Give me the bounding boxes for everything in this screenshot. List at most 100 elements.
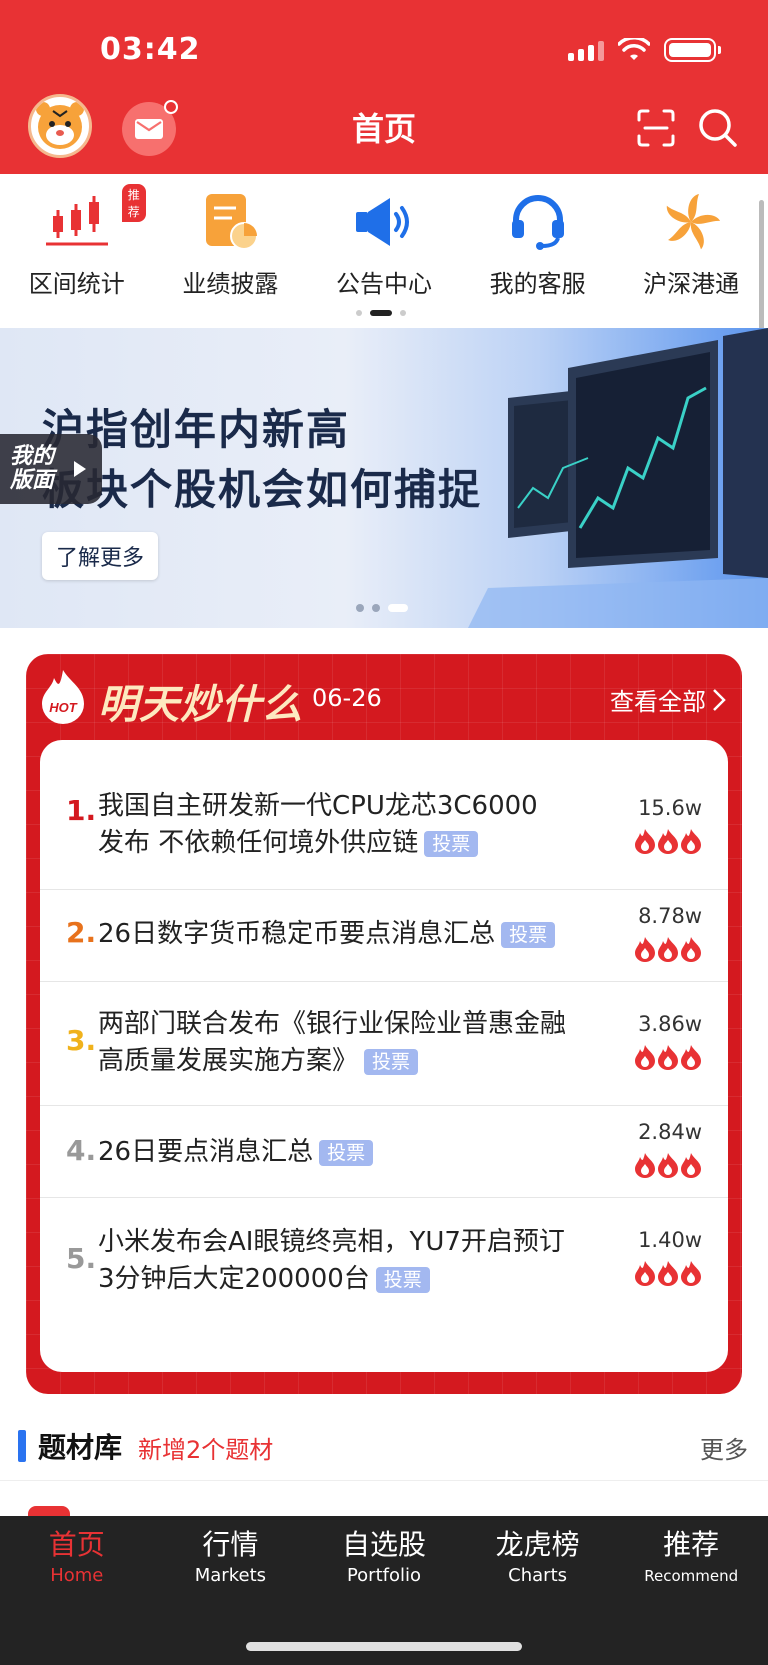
topic-more-link[interactable]: 更多 [700, 1430, 748, 1465]
cellular-signal-icon [568, 39, 604, 61]
quick-menu: 推荐 区间统计 业绩披露 公告中心 我的客服 沪深港通 [0, 184, 768, 300]
quick-menu-pager [356, 310, 406, 316]
vote-tag[interactable]: 投票 [424, 830, 479, 857]
scrollbar[interactable] [759, 200, 764, 330]
nav-tab-portfolio[interactable]: 自选股 Portfolio [307, 1526, 461, 1588]
hot-count: 3.86w [638, 1012, 702, 1036]
vote-tag[interactable]: 投票 [319, 1139, 374, 1166]
learn-more-button[interactable]: 了解更多 [42, 532, 159, 580]
vote-tag[interactable]: 投票 [364, 1048, 419, 1075]
hot-list-item[interactable]: 2. 26日数字货币稳定币要点消息汇总 投票 8.78w [40, 890, 728, 982]
hot-headline-line1: 26日数字货币稳定币要点消息汇总 [98, 919, 496, 949]
hot-headline: 两部门联合发布《银行业保险业普惠金融 高质量发展实施方案》 投票 [98, 1006, 618, 1080]
hot-count: 8.78w [638, 904, 702, 928]
quick-item-label: 公告中心 [335, 270, 432, 298]
nav-tab-sublabel: Portfolio [346, 1565, 422, 1586]
pager-dot [356, 604, 364, 612]
fire-rating-icon [634, 1152, 702, 1178]
nav-tab-label: 龙虎榜 [495, 1528, 580, 1561]
quick-item-label: 区间统计 [28, 270, 125, 298]
hot-headline: 26日数字货币稳定币要点消息汇总 投票 [98, 916, 618, 953]
nav-tab-home[interactable]: 首页 Home [0, 1526, 154, 1588]
hot-rank: 3. [66, 1024, 97, 1057]
promo-banner[interactable]: 沪指创年内新高 板块个股机会如何捕捉 了解更多 [0, 328, 768, 628]
candlestick-icon: 推荐 [42, 184, 146, 254]
quick-item-interval-stats[interactable]: 推荐 区间统计 [0, 184, 154, 300]
hot-date: 06-26 [312, 684, 382, 712]
hot-list-item[interactable]: 4. 26日要点消息汇总 投票 2.84w [40, 1106, 728, 1198]
wifi-icon [618, 38, 650, 60]
vote-tag[interactable]: 投票 [501, 921, 556, 948]
hot-count: 2.84w [638, 1120, 702, 1144]
banner-pager [356, 604, 408, 612]
megaphone-icon [349, 190, 419, 254]
hot-list-item[interactable]: 5. 小米发布会AI眼镜终亮相，YU7开启预订 3分钟后大定200000台 投票 … [40, 1198, 728, 1326]
hot-headline-line1: 我国自主研发新一代CPU龙芯3C6000 [98, 791, 538, 821]
hot-rank: 5. [66, 1242, 97, 1275]
fire-rating-icon [634, 936, 702, 962]
nav-tab-sublabel: Home [50, 1565, 104, 1586]
status-icons [568, 38, 721, 62]
headset-icon [503, 190, 573, 254]
topic-library-title: 题材库 [38, 1431, 123, 1464]
hot-count: 15.6w [638, 796, 702, 820]
hot-topics-card: HOT 明天炒什么 06-26 查看全部 1. 我国自主研发新一代CPU龙芯3C… [26, 654, 742, 1394]
nav-tab-label: 首页 [48, 1528, 105, 1561]
search-icon [699, 109, 737, 147]
play-arrow-icon [74, 461, 86, 477]
pager-dot [356, 310, 362, 316]
scan-icon [637, 109, 675, 147]
banner-headline-2: 板块个股机会如何捕捉 [42, 465, 483, 514]
quick-item-stock-connect[interactable]: 沪深港通 [614, 190, 768, 300]
hot-title: 明天炒什么 [98, 682, 303, 728]
pager-dot-active [370, 310, 392, 316]
report-icon [195, 190, 265, 254]
bauhinia-icon [656, 190, 726, 254]
fire-rating-icon [634, 828, 702, 854]
search-button[interactable] [696, 106, 740, 150]
hot-headline: 我国自主研发新一代CPU龙芯3C6000 发布 不依赖任何境外供应链 投票 [98, 788, 618, 862]
my-layout-tab[interactable]: 我的版面 [0, 434, 102, 504]
vote-tag[interactable]: 投票 [375, 1266, 430, 1293]
nav-tab-sublabel: Recommend [644, 1567, 739, 1585]
hot-headline: 26日要点消息汇总 投票 [98, 1134, 618, 1171]
hot-headline-line1: 两部门联合发布《银行业保险业普惠金融 [98, 1009, 567, 1039]
status-time: 03:42 [100, 32, 201, 67]
nav-tab-sublabel: Markets [194, 1565, 267, 1586]
hot-flame-icon: HOT [40, 668, 86, 724]
scan-button[interactable] [636, 108, 676, 148]
pager-dot-active [388, 604, 408, 612]
hot-badge-text: HOT [49, 700, 78, 715]
bottom-nav: 首页 Home 行情 Markets 自选股 Portfolio 龙虎榜 Cha… [0, 1516, 768, 1665]
section-accent-bar [18, 1430, 26, 1462]
quick-item-label: 沪深港通 [643, 270, 740, 298]
hot-headline: 小米发布会AI眼镜终亮相，YU7开启预订 3分钟后大定200000台 投票 [98, 1224, 628, 1298]
nav-tab-label: 行情 [202, 1528, 259, 1561]
monitors-illustration [468, 328, 768, 628]
home-indicator[interactable] [246, 1642, 522, 1651]
quick-item-announcements[interactable]: 公告中心 [307, 190, 461, 300]
hot-headline-line2: 高质量发展实施方案》 [98, 1046, 359, 1076]
quick-item-customer-service[interactable]: 我的客服 [461, 190, 615, 300]
quick-item-label: 业绩披露 [182, 270, 279, 298]
nav-tab-label: 自选股 [341, 1528, 426, 1561]
nav-tab-label: 推荐 [663, 1528, 720, 1561]
nav-tab-sublabel: Charts [508, 1565, 567, 1586]
quick-item-earnings[interactable]: 业绩披露 [154, 190, 308, 300]
hot-list-item[interactable]: 1. 我国自主研发新一代CPU龙芯3C6000 发布 不依赖任何境外供应链 投票 … [40, 740, 728, 890]
view-all-label: 查看全部 [610, 688, 706, 716]
fire-rating-icon [634, 1260, 702, 1286]
hot-rank: 1. [66, 794, 97, 827]
hot-list-item[interactable]: 3. 两部门联合发布《银行业保险业普惠金融 高质量发展实施方案》 投票 3.86w [40, 982, 728, 1106]
view-all-link[interactable]: 查看全部 [610, 682, 726, 717]
nav-tab-recommend[interactable]: 推荐 Recommend [614, 1526, 768, 1588]
pager-dot [400, 310, 406, 316]
nav-tab-charts[interactable]: 龙虎榜 Charts [461, 1526, 615, 1588]
hot-headline-line1: 26日要点消息汇总 [98, 1137, 314, 1167]
my-layout-label: 我的版面 [10, 444, 55, 493]
quick-item-label: 我的客服 [489, 270, 586, 298]
chevron-right-icon [713, 688, 726, 711]
topic-new-count: 新增2个题材 [138, 1436, 274, 1464]
nav-tab-markets[interactable]: 行情 Markets [154, 1526, 308, 1588]
app-screen: 03:42 首页 推荐 区间统计 业绩披露 公告中心 我的客服 沪深港通 沪指创… [0, 0, 768, 1665]
